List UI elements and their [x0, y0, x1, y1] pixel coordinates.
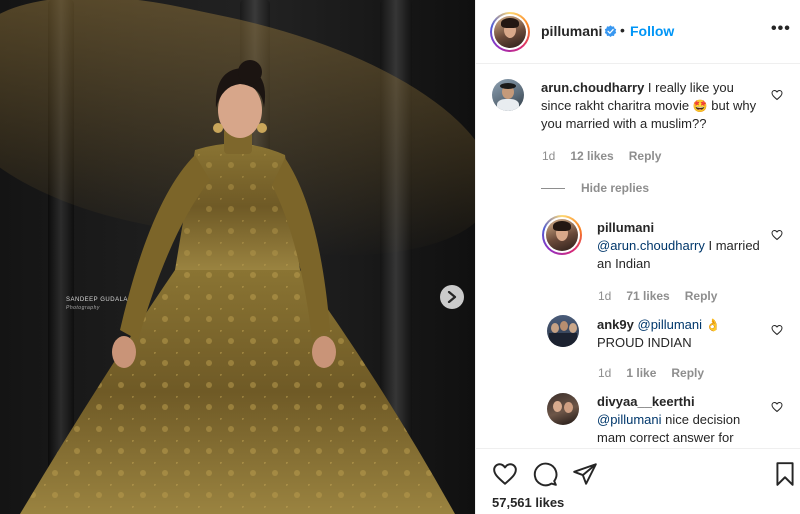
watermark-name: SANDEEP GUDALA	[66, 297, 128, 303]
post-photo: SANDEEP GUDALA Photography	[0, 0, 475, 514]
reply-item: ank9y @pillumani 👌 PROUD INDIAN 1d 1 lik…	[476, 313, 800, 385]
reply-text: ank9y @pillumani 👌 PROUD INDIAN	[597, 316, 767, 352]
reply-username[interactable]: pillumani	[597, 220, 654, 235]
reply-username[interactable]: divyaa__keerthi	[597, 394, 695, 409]
post-likes-count[interactable]: 57,561 likes	[492, 495, 564, 510]
chevron-right-icon	[447, 291, 457, 303]
like-heart-icon[interactable]	[492, 461, 518, 487]
reply-button[interactable]: Reply	[629, 149, 662, 163]
hide-replies-line	[541, 187, 565, 189]
reply-age: 1d	[598, 366, 612, 380]
photographer-watermark: SANDEEP GUDALA Photography	[66, 296, 128, 312]
next-photo-button[interactable]	[440, 285, 464, 309]
like-reply-heart-icon[interactable]	[771, 324, 783, 336]
author-username[interactable]: pillumani	[541, 23, 602, 39]
like-comment-heart-icon[interactable]	[771, 89, 783, 101]
save-bookmark-icon[interactable]	[772, 461, 798, 487]
reply-likes[interactable]: 1 like	[626, 366, 656, 380]
reply-author-avatar[interactable]	[542, 215, 582, 255]
comment-likes[interactable]: 12 likes	[570, 149, 613, 163]
commenter-avatar[interactable]	[492, 79, 524, 111]
share-paper-plane-icon[interactable]	[572, 461, 598, 487]
reply-meta: 1d 1 like Reply	[598, 366, 704, 380]
watermark-sub: Photography	[66, 305, 100, 311]
post-header: pillumani • Follow •••	[476, 0, 800, 64]
post-side-panel: pillumani • Follow ••• arun.choudharry I…	[475, 0, 800, 514]
like-reply-heart-icon[interactable]	[771, 401, 783, 413]
comments-list[interactable]: arun.choudharry I really like you since …	[476, 65, 800, 448]
model-figure	[20, 60, 455, 514]
reply-meta: 1d 71 likes Reply	[598, 289, 717, 303]
reply-item: divyaa__keerthi @pillumani nice decision…	[476, 391, 800, 448]
reply-button[interactable]: Reply	[685, 289, 718, 303]
reply-likes[interactable]: 71 likes	[626, 289, 669, 303]
reply-text: pillumani @arun.choudharry I married an …	[597, 219, 762, 273]
reply-author-avatar[interactable]	[547, 393, 579, 425]
like-reply-heart-icon[interactable]	[771, 229, 783, 241]
reply-age: 1d	[598, 289, 612, 303]
reply-username[interactable]: ank9y	[597, 317, 634, 332]
reply-item: pillumani @arun.choudharry I married an …	[476, 211, 800, 303]
comment-meta: 1d 12 likes Reply	[542, 149, 661, 163]
header-separator: •	[620, 22, 625, 38]
hide-replies-button[interactable]: Hide replies	[541, 181, 649, 195]
ok-hand-emoji: 👌	[705, 318, 721, 332]
reply-mention[interactable]: @arun.choudharry	[597, 238, 705, 253]
comment-bubble-icon[interactable]	[532, 461, 558, 487]
verified-badge-icon	[604, 25, 617, 37]
reply-body: PROUD INDIAN	[597, 335, 692, 350]
star-struck-emoji: 🤩	[692, 99, 708, 113]
reply-mention[interactable]: @pillumani	[638, 317, 703, 332]
follow-button[interactable]: Follow	[630, 23, 674, 39]
reply-button[interactable]: Reply	[671, 366, 704, 380]
comment-text: arun.choudharry I really like you since …	[541, 79, 766, 133]
comment-item: arun.choudharry I really like you since …	[476, 65, 800, 175]
comment-age: 1d	[542, 149, 556, 163]
hide-replies-label: Hide replies	[581, 181, 650, 195]
reply-text: divyaa__keerthi @pillumani nice decision…	[597, 393, 767, 447]
reply-mention[interactable]: @pillumani	[597, 412, 662, 427]
author-avatar[interactable]	[490, 12, 530, 52]
commenter-username[interactable]: arun.choudharry	[541, 80, 644, 95]
more-options-icon[interactable]: •••	[771, 20, 791, 38]
reply-author-avatar[interactable]	[547, 315, 579, 347]
post-actions: 57,561 likes	[476, 448, 800, 514]
